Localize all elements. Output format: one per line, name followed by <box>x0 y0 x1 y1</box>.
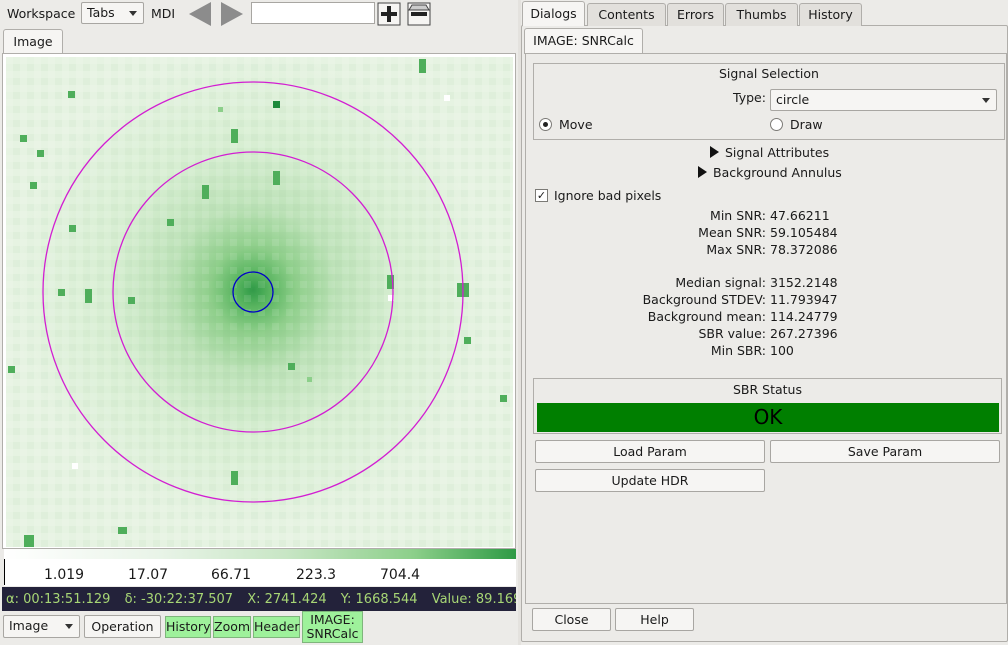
chevron-down-icon <box>129 11 137 16</box>
colorbar-tick: 66.71 <box>211 567 252 583</box>
tab-history-label: History <box>808 7 853 22</box>
move-radio[interactable] <box>539 118 552 131</box>
chevron-down-icon <box>65 624 73 629</box>
stat-label: Max SNR: <box>706 242 766 257</box>
update-hdr-button[interactable]: Update HDR <box>535 469 765 492</box>
expand-right-icon[interactable] <box>698 166 707 178</box>
history-button[interactable]: History <box>165 616 211 638</box>
stat-label: Min SBR: <box>710 343 766 358</box>
tab-snrcalc[interactable]: IMAGE: SNRCalc <box>524 28 643 54</box>
colorbar-edge <box>4 559 5 585</box>
forward-arrow-icon[interactable] <box>221 2 243 26</box>
signal-type-select[interactable]: circle <box>770 89 997 111</box>
image-viewer[interactable] <box>2 53 516 549</box>
stat-value: 267.27396 <box>770 326 838 341</box>
tab-errors[interactable]: Errors <box>667 3 724 26</box>
stat-value: 47.66211 <box>770 208 830 223</box>
colorbar-tick: 223.3 <box>296 567 337 583</box>
operation-button[interactable]: Operation <box>84 615 161 638</box>
add-icon[interactable] <box>377 2 401 26</box>
tab-contents-label: Contents <box>598 7 655 22</box>
coord-y: Y: 1668.544 <box>340 592 418 607</box>
stat-value: 59.105484 <box>770 225 838 240</box>
save-param-button[interactable]: Save Param <box>770 440 1000 463</box>
fits-image[interactable] <box>6 57 513 547</box>
tab-image-label: Image <box>13 34 53 49</box>
stat-label: Median signal: <box>675 275 766 290</box>
colorbar[interactable]: 1.019 17.07 66.71 223.3 704.4 <box>4 549 516 586</box>
frame-type-select[interactable]: Image <box>3 615 80 638</box>
image-canvas[interactable] <box>6 57 513 547</box>
snrcalc-button-line1: IMAGE: <box>310 612 355 627</box>
remove-icon[interactable] <box>407 2 431 26</box>
close-button[interactable]: Close <box>532 608 611 631</box>
toolbar-input[interactable] <box>251 2 375 24</box>
tab-snrcalc-label: IMAGE: SNRCalc <box>533 33 634 48</box>
stat-value: 78.372086 <box>770 242 838 257</box>
sbr-status-indicator: OK <box>537 403 999 432</box>
expand-right-icon[interactable] <box>710 146 719 158</box>
colorbar-tick: 17.07 <box>128 567 169 583</box>
tab-errors-label: Errors <box>677 7 714 22</box>
main-toolbar: Workspace Tabs MDI <box>0 0 518 28</box>
snrcalc-button-line2: SNRCalc <box>306 626 359 641</box>
tab-thumbs-label: Thumbs <box>736 7 787 22</box>
colorbar-gradient <box>4 549 516 559</box>
sbr-status-title: SBR Status <box>732 382 802 397</box>
move-label: Move <box>559 117 593 132</box>
background-annulus-expander[interactable]: Background Annulus <box>713 165 842 180</box>
tab-image[interactable]: Image <box>3 29 63 54</box>
stat-value: 100 <box>770 343 794 358</box>
signal-type-value: circle <box>776 92 810 107</box>
frame-type-value: Image <box>9 618 49 633</box>
colorbar-tick: 1.019 <box>44 567 85 583</box>
draw-label: Draw <box>790 117 823 132</box>
signal-selection-title: Signal Selection <box>719 66 819 81</box>
stat-label: Min SNR: <box>710 208 766 223</box>
back-arrow-icon[interactable] <box>189 2 211 26</box>
chevron-down-icon <box>982 98 990 103</box>
stat-label: SBR value: <box>698 326 766 341</box>
signal-attributes-expander[interactable]: Signal Attributes <box>725 145 829 160</box>
stat-value: 11.793947 <box>770 292 838 307</box>
coord-value: Value: 89.16906 <box>431 592 516 607</box>
tab-contents[interactable]: Contents <box>587 3 666 26</box>
header-button[interactable]: Header <box>253 616 300 638</box>
ignore-bad-pixels-label: Ignore bad pixels <box>554 188 662 203</box>
workspace-mode-select[interactable]: Tabs <box>81 2 144 24</box>
tab-thumbs[interactable]: Thumbs <box>725 3 798 26</box>
coord-delta: δ: -30:22:37.507 <box>124 592 234 607</box>
workspace-mode-value: Tabs <box>87 5 115 20</box>
stat-label: Mean SNR: <box>698 225 766 240</box>
help-button[interactable]: Help <box>615 608 694 631</box>
snrcalc-button[interactable]: IMAGE: SNRCalc <box>302 611 363 643</box>
stat-label: Background STDEV: <box>642 292 766 307</box>
tab-dialogs[interactable]: Dialogs <box>522 1 585 26</box>
stat-value: 114.24779 <box>770 309 838 324</box>
tab-dialogs-label: Dialogs <box>530 6 577 21</box>
coord-x: X: 2741.424 <box>247 592 327 607</box>
coordinate-readout: α: 00:13:51.129 δ: -30:22:37.507 X: 2741… <box>2 587 516 611</box>
draw-radio[interactable] <box>770 118 783 131</box>
colorbar-tick: 704.4 <box>380 567 421 583</box>
load-param-button[interactable]: Load Param <box>535 440 765 463</box>
tab-history[interactable]: History <box>799 3 862 26</box>
stat-value: 3152.2148 <box>770 275 838 290</box>
coord-alpha: α: 00:13:51.129 <box>6 592 111 607</box>
workspace-label: Workspace <box>7 6 76 21</box>
zoom-button[interactable]: Zoom <box>213 616 251 638</box>
mdi-label: MDI <box>151 6 176 21</box>
ignore-bad-pixels-checkbox[interactable]: ✓ <box>535 189 548 202</box>
type-label: Type: <box>733 90 766 105</box>
stat-label: Background mean: <box>647 309 766 324</box>
